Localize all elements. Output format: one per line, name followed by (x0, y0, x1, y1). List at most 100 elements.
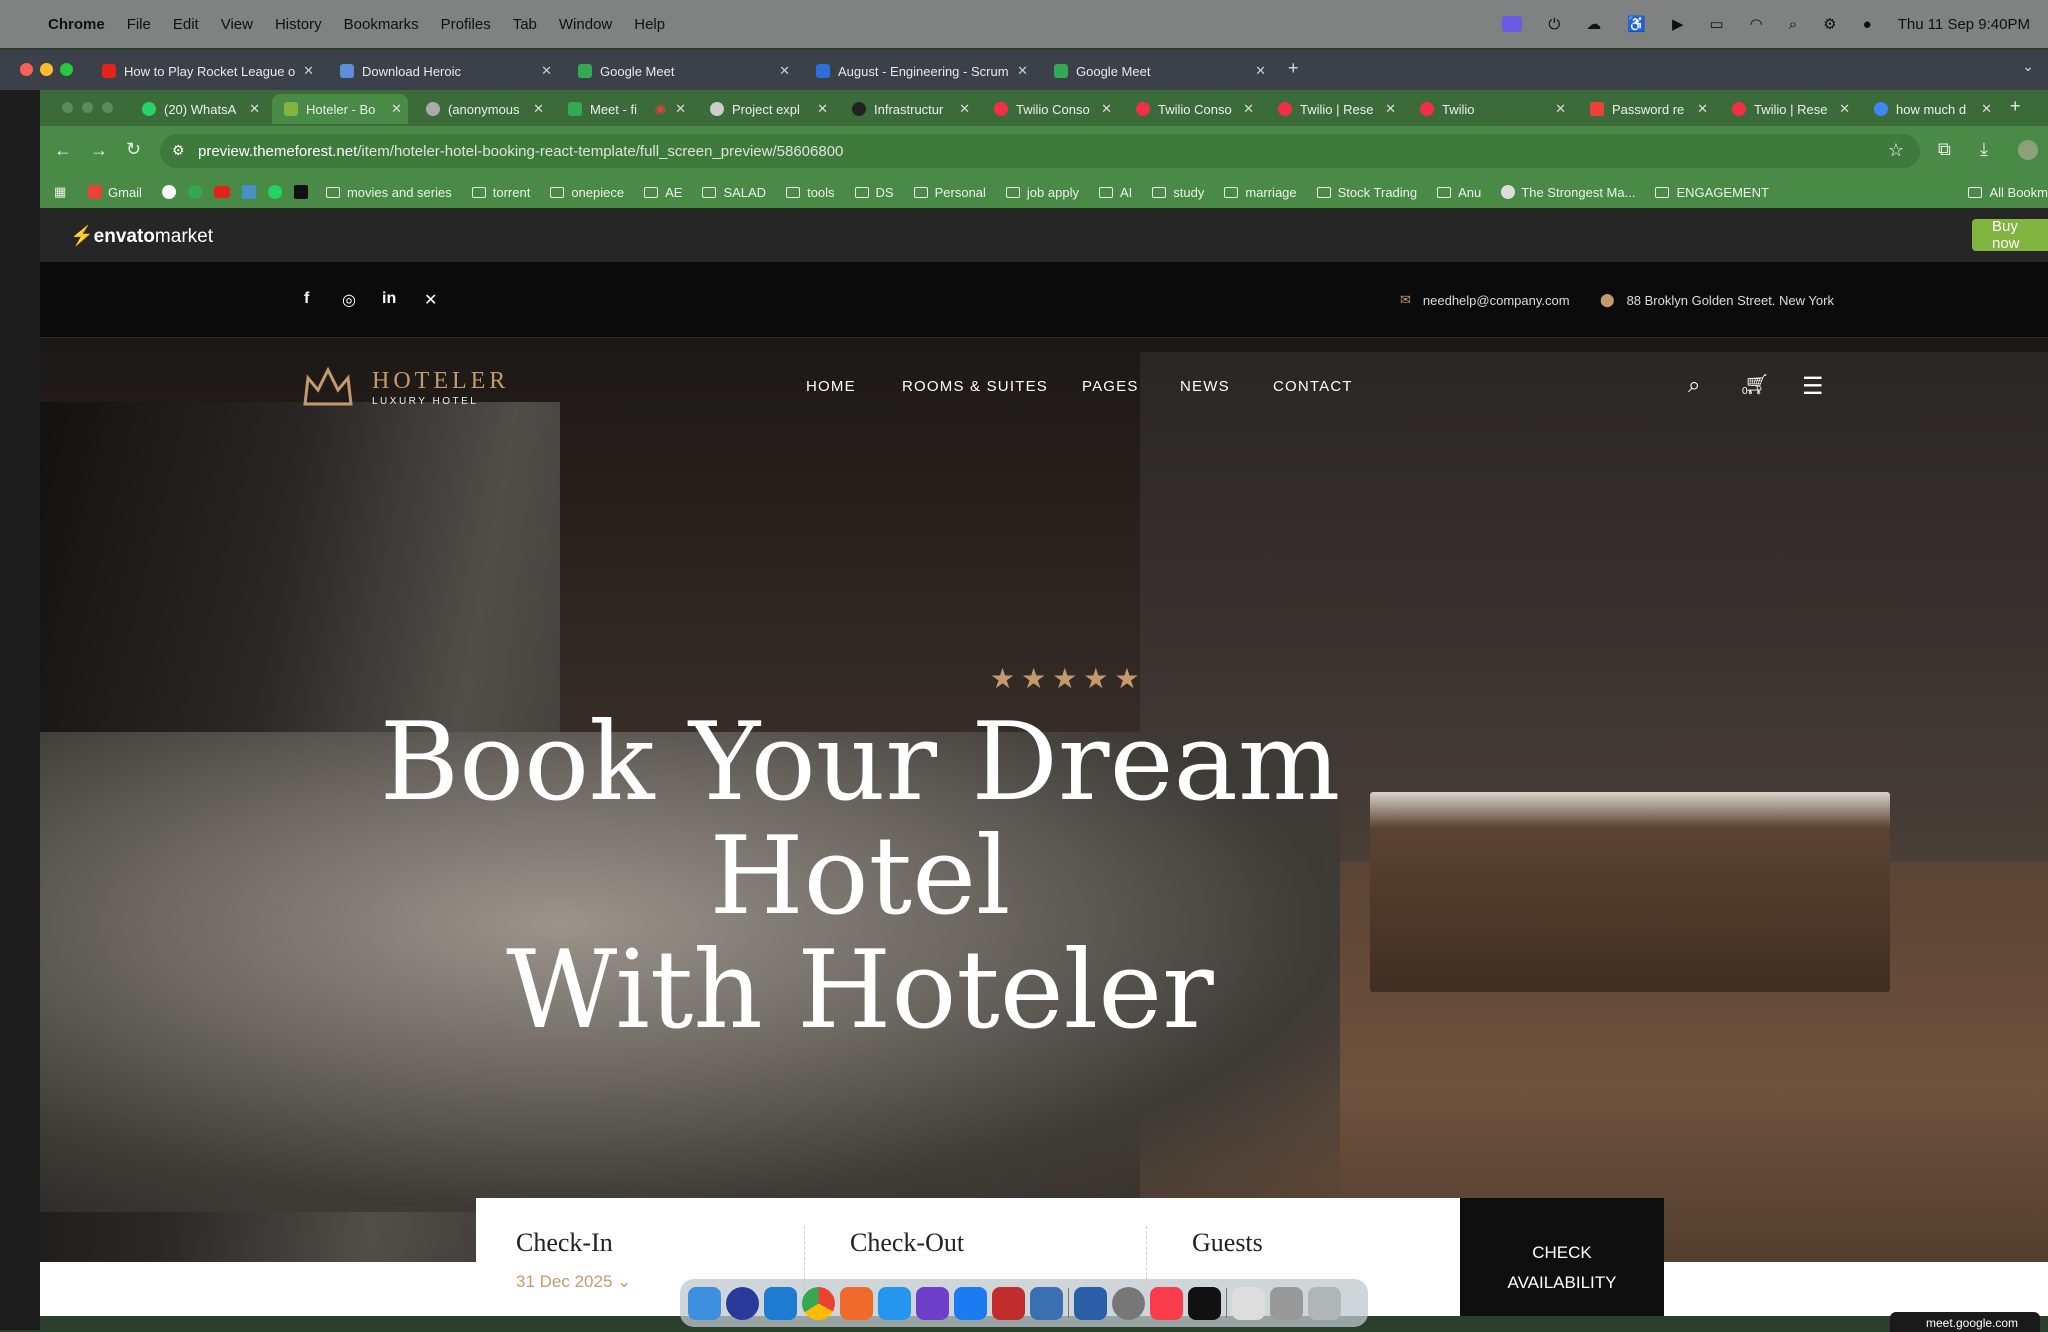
power-icon[interactable]: ⏻ (1548, 16, 1560, 33)
zoom-window-button[interactable] (102, 102, 113, 113)
apps-grid-icon[interactable]: ▦ (54, 184, 66, 200)
logo-title[interactable]: HOTELER (372, 368, 509, 395)
bookmark-star-icon[interactable]: ☆ (1888, 140, 1904, 161)
browser-tab-active[interactable]: Hoteler - Bo ✕ (272, 94, 408, 124)
browser-tab[interactable]: Twilio | Rese ✕ (1266, 94, 1402, 124)
maps-icon[interactable] (187, 185, 202, 199)
minimize-window-button[interactable] (82, 102, 93, 113)
close-tab-icon[interactable]: ✕ (1243, 101, 1254, 117)
bookmark-folder[interactable]: AI (1098, 185, 1132, 200)
browser-tab[interactable]: Meet - fi ◉ ✕ (556, 94, 692, 124)
checkout-field[interactable]: Check-Out (850, 1228, 964, 1258)
browser-tab[interactable]: Twilio | Rese ✕ (1720, 94, 1856, 124)
screen-share-icon[interactable] (1502, 16, 1523, 32)
outer-tab[interactable]: Google Meet ✕ (568, 56, 798, 86)
bookmark-strongest[interactable]: The Strongest Ma... (1501, 185, 1635, 200)
bookmark-folder[interactable]: onepiece (550, 185, 624, 200)
browser-tab[interactable]: Twilio ✕ (1408, 94, 1572, 124)
close-tab-icon[interactable]: ✕ (1981, 101, 1992, 117)
facebook-icon[interactable]: f (304, 290, 309, 308)
browser-tab[interactable]: how much d ✕ (1862, 94, 1998, 124)
forward-icon[interactable]: → (90, 140, 108, 161)
x-icon[interactable]: ✕ (424, 290, 437, 310)
zoom-window-button[interactable] (60, 63, 73, 76)
document-stack-icon[interactable] (1232, 1286, 1265, 1320)
wifi-icon[interactable]: ◠ (1750, 15, 1763, 33)
spotlight-icon[interactable]: ⌕ (1789, 16, 1797, 33)
chrome-icon[interactable] (802, 1286, 835, 1320)
close-tab-icon[interactable]: ✕ (1555, 101, 1566, 117)
docker-icon[interactable] (878, 1286, 911, 1320)
bookmark-folder[interactable]: Anu (1437, 185, 1481, 200)
close-tab-icon[interactable]: ✕ (959, 101, 970, 117)
menu-profiles[interactable]: Profiles (441, 16, 491, 33)
close-tab-icon[interactable]: ✕ (675, 101, 686, 117)
browser-tab[interactable]: (20) WhatsA ✕ (130, 94, 266, 124)
system-settings-icon[interactable] (1112, 1286, 1145, 1320)
browser-tab[interactable]: Password re ✕ (1578, 94, 1714, 124)
vscode-icon[interactable] (764, 1286, 797, 1320)
github-icon[interactable] (916, 1286, 949, 1320)
profile-avatar[interactable] (2018, 140, 2038, 160)
bookmark-folder[interactable]: SALAD (702, 185, 766, 200)
control-center-icon[interactable]: ⚙ (1823, 15, 1836, 33)
xcode-icon[interactable] (1074, 1286, 1107, 1320)
close-tab-icon[interactable]: ✕ (817, 101, 828, 117)
browser-tab[interactable]: Project expl ✕ (698, 94, 834, 124)
music-icon[interactable] (1150, 1286, 1183, 1320)
linkedin-icon[interactable]: in (382, 290, 396, 308)
crown-logo-icon[interactable] (302, 366, 354, 408)
bookmark-folder[interactable]: DS (854, 185, 894, 200)
bookmark-folder[interactable]: ENGAGEMENT (1655, 185, 1769, 200)
bookmark-folder[interactable]: AE (644, 185, 682, 200)
nav-contact[interactable]: CONTACT (1273, 378, 1353, 395)
close-window-button[interactable] (62, 102, 73, 113)
bookmark-folder[interactable]: study (1152, 185, 1204, 200)
close-tab-icon[interactable]: ✕ (1697, 101, 1708, 117)
play-icon[interactable]: ▶ (1672, 15, 1684, 33)
trash-icon[interactable] (1308, 1286, 1341, 1320)
menubar-clock[interactable]: Thu 11 Sep 9:40PM (1898, 16, 2030, 33)
download-icon[interactable]: ⤓ (1980, 139, 1988, 160)
new-tab-icon[interactable]: + (2010, 96, 2021, 117)
outer-tab[interactable]: August - Engineering - Scrum ✕ (806, 56, 1036, 86)
nav-news[interactable]: NEWS (1180, 378, 1230, 395)
minimize-window-button[interactable] (40, 63, 53, 76)
checkin-field[interactable]: Check-In 31 Dec 2025 ⌄ (516, 1228, 631, 1292)
bookmark-folder[interactable]: Personal (913, 185, 986, 200)
app-store-icon[interactable] (954, 1286, 987, 1320)
all-bookmarks[interactable]: All Bookm (1968, 185, 2048, 200)
browser-tab[interactable]: Twilio Conso ✕ (982, 94, 1118, 124)
close-tab-icon[interactable]: ✕ (779, 63, 790, 79)
close-tab-icon[interactable]: ✕ (249, 101, 260, 117)
reload-icon[interactable]: ↻ (126, 139, 141, 160)
checkin-value[interactable]: 31 Dec 2025 ⌄ (516, 1272, 631, 1292)
nav-pages[interactable]: PAGES (1082, 378, 1139, 395)
address-bar[interactable]: ⚙ preview.themeforest.net/item/hoteler-h… (160, 134, 1920, 168)
menu-window[interactable]: Window (559, 16, 612, 33)
extensions-icon[interactable]: ⧉ (1938, 139, 1951, 160)
close-tab-icon[interactable]: ✕ (1839, 101, 1850, 117)
tab-search-icon[interactable]: ⌄ (2022, 58, 2034, 75)
clock-app-icon[interactable] (726, 1286, 759, 1320)
database-icon[interactable] (1030, 1286, 1063, 1320)
site-info-icon[interactable]: ⚙ (172, 142, 185, 159)
browser-tab[interactable]: Infrastructur ✕ (840, 94, 976, 124)
menu-tab[interactable]: Tab (513, 16, 537, 33)
email-contact[interactable]: ✉ needhelp@company.com (1400, 292, 1570, 308)
finder-icon[interactable] (688, 1286, 721, 1320)
x-icon[interactable] (293, 185, 308, 199)
whatsapp-icon[interactable] (267, 185, 282, 199)
bookmark-folder[interactable]: tools (786, 185, 835, 200)
outer-tab[interactable]: Download Heroic ✕ (330, 56, 560, 86)
bookmark-folder[interactable]: movies and series (325, 185, 452, 200)
bookmark-gmail[interactable]: Gmail (88, 185, 142, 200)
menu-file[interactable]: File (127, 16, 151, 33)
close-window-button[interactable] (20, 63, 33, 76)
back-icon[interactable]: ← (54, 140, 72, 161)
close-tab-icon[interactable]: ✕ (1385, 101, 1396, 117)
terminal-icon[interactable] (1188, 1286, 1221, 1320)
linkedin-icon[interactable] (241, 185, 256, 199)
postman-icon[interactable] (840, 1286, 873, 1320)
check-availability-button[interactable]: CHECK AVAILABILITY (1460, 1198, 1664, 1316)
